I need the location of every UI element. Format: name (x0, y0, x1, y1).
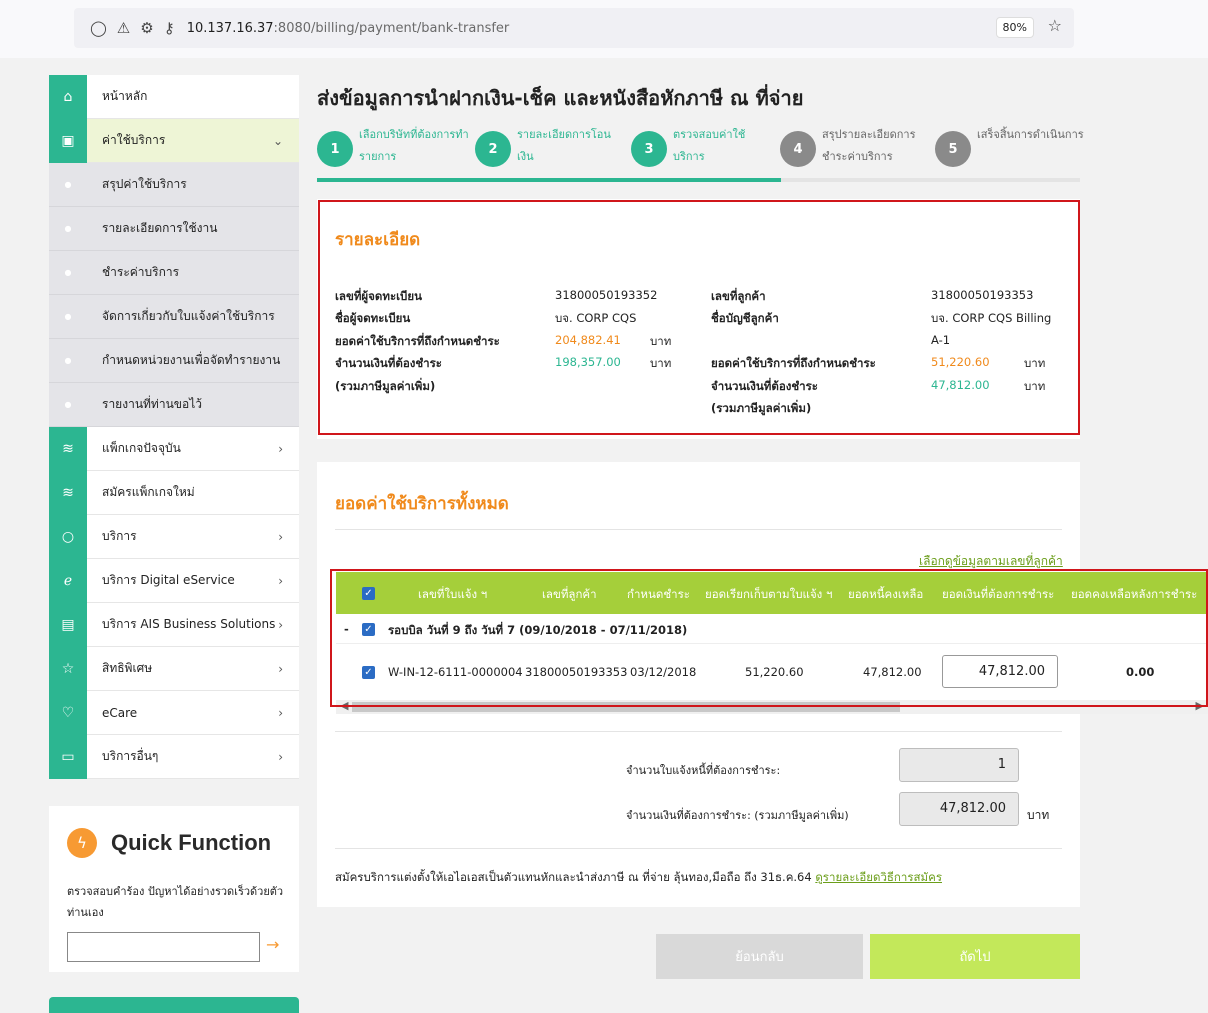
due-label: ยอดค่าใช้บริการที่ถึงกำหนดชำระ (335, 334, 500, 348)
cust-pay-unit: บาท (1024, 379, 1046, 393)
registration-details-link[interactable]: ดูรายละเอียดวิธีการสมัคร (815, 870, 942, 884)
acct-name-label: ชื่อบัญชีลูกค้า (711, 311, 779, 325)
step-5: 5 เสร็จสิ้นการดำเนินการ (935, 124, 1085, 167)
back-button[interactable]: ย้อนกลับ (656, 934, 863, 979)
quick-function-panel: ϟ Quick Function ตรวจสอบคำร้อง ปัญหาได้อ… (49, 806, 299, 972)
shield-icon: ◯ (90, 19, 107, 37)
details-title: รายละเอียด (335, 230, 421, 250)
step-4: 4 สรุปรายละเอียดการชำระค่าบริการ (780, 124, 938, 168)
pay-sub-label: (รวมภาษีมูลค่าเพิ่ม) (335, 379, 436, 393)
quick-function-title: Quick Function (111, 830, 272, 855)
divider (335, 848, 1062, 849)
reg-no-value: 31800050193352 (555, 288, 658, 302)
sidebar-item-other-services[interactable]: ▭ บริการอื่นๆ › (49, 734, 299, 779)
divider (335, 731, 1062, 732)
sidebar-item-ecare[interactable]: ♡ eCare › (49, 690, 299, 735)
reg-no-label: เลขที่ผู้จดทะเบียน (335, 289, 422, 303)
layers-icon: ≋ (49, 470, 87, 515)
home-icon: ⌂ (49, 74, 87, 119)
cust-no-value: 31800050193353 (931, 288, 1034, 302)
quick-function-description: ตรวจสอบคำร้อง ปัญหาได้อย่างรวดเร็วด้วยตั… (67, 885, 284, 919)
pay-unit: บาท (650, 356, 672, 370)
step-2: 2 รายละเอียดการโอนเงิน (475, 124, 625, 168)
chevron-right-icon: › (278, 705, 283, 720)
e-icon: ℯ (49, 558, 87, 603)
sidebar: ⌂ หน้าหลัก ▣ ค่าใช้บริการ ⌄ ● สรุปค่าใช้บ… (49, 74, 299, 779)
page-title: ส่งข้อมูลการนำฝากเงิน-เช็ค และหนังสือหัก… (317, 86, 804, 110)
sidebar-subitem[interactable]: ● สรุปค่าใช้บริการ (49, 163, 299, 207)
chevron-right-icon: › (278, 661, 283, 676)
pay-value: 198,357.00 (555, 355, 621, 369)
sidebar-item-home[interactable]: ⌂ หน้าหลัก (49, 74, 299, 119)
sidebar-item-current-package[interactable]: ≋ แพ็กเกจปัจจุบัน › (49, 426, 299, 471)
sidebar-item-privileges[interactable]: ☆ สิทธิพิเศษ › (49, 646, 299, 691)
zoom-level[interactable]: 80% (995, 17, 1034, 38)
sidebar-item-digital-eservice[interactable]: ℯ บริการ Digital eService › (49, 558, 299, 603)
url-text: 10.137.16.37:8080/billing/payment/bank-t… (186, 20, 510, 36)
browser-toolbar: ◯ ⚠ ⚙ ⚷ 10.137.16.37:8080/billing/paymen… (0, 0, 1208, 58)
key-icon: ⚷ (163, 19, 175, 37)
payment-amount-unit: บาท (1027, 808, 1050, 822)
chevron-right-icon: › (278, 529, 283, 544)
permissions-icon: ⚙ (140, 19, 154, 37)
chevron-right-icon: › (278, 441, 283, 456)
pay-label: จำนวนเงินที่ต้องชำระ (335, 356, 442, 370)
cust-due-value: 51,220.60 (931, 355, 990, 369)
cust-pay-sub-label: (รวมภาษีมูลค่าเพิ่ม) (711, 401, 812, 415)
sidebar-subitem[interactable]: ● ชำระค่าบริการ (49, 251, 299, 295)
sidebar-subitem[interactable]: ● รายงานที่ท่านขอไว้ (49, 383, 299, 427)
sidebar-subitem[interactable]: ● รายละเอียดการใช้งาน (49, 207, 299, 251)
cust-pay-value: 47,812.00 (931, 378, 990, 392)
highlight-box (330, 569, 1208, 707)
address-bar[interactable]: ◯ ⚠ ⚙ ⚷ 10.137.16.37:8080/billing/paymen… (74, 8, 1074, 48)
tracking-off-icon: ⚠ (116, 19, 131, 37)
step-1: 1 เลือกบริษัทที่ต้องการทำรายการ (317, 124, 474, 168)
sidebar-subitem[interactable]: ● กำหนดหน่วยงานเพื่อจัดทำรายงาน (49, 339, 299, 383)
cust-due-unit: บาท (1024, 356, 1046, 370)
lightning-icon: ϟ (67, 828, 97, 858)
chevron-down-icon: ⌄ (272, 133, 283, 148)
sidebar-footer-banner (49, 997, 299, 1013)
arrow-right-icon[interactable]: → (266, 935, 279, 954)
sidebar-item-services[interactable]: ○ บริการ › (49, 514, 299, 559)
quick-function-input[interactable] (67, 932, 260, 962)
acct-name-value-2: A-1 (931, 333, 951, 347)
invoice-count-label: จำนวนใบแจ้งหนี้ที่ต้องการชำระ: (626, 764, 781, 777)
acct-name-value: บจ. CORP CQS Billing (931, 311, 1052, 325)
next-button[interactable]: ถัดไป (870, 934, 1080, 979)
due-unit: บาท (650, 334, 672, 348)
cust-due-label: ยอดค่าใช้บริการที่ถึงกำหนดชำระ (711, 356, 876, 370)
chevron-right-icon: › (278, 617, 283, 632)
heart-icon: ♡ (49, 690, 87, 735)
tax-agent-note: สมัครบริการแต่งตั้งให้เอไอเอสเป็นตัวแทนห… (335, 870, 942, 884)
chevron-right-icon: › (278, 573, 283, 588)
step-3: 3 ตรวจสอบค่าใช้บริการ (631, 124, 759, 168)
payment-amount-field: 47,812.00 (899, 792, 1019, 826)
invoice-count-field: 1 (899, 748, 1019, 782)
cust-pay-label: จำนวนเงินที่ต้องชำระ (711, 379, 818, 393)
reg-name-value: บจ. CORP CQS (555, 311, 637, 325)
layers-icon: ≋ (49, 426, 87, 471)
star-icon: ☆ (49, 646, 87, 691)
total-title: ยอดค่าใช้บริการทั้งหมด (335, 494, 509, 514)
stepper-progress (317, 178, 781, 182)
divider (335, 529, 1062, 530)
briefcase-icon: ▤ (49, 602, 87, 647)
due-value: 204,882.41 (555, 333, 621, 347)
circle-icon: ○ (49, 514, 87, 559)
sidebar-item-new-package[interactable]: ≋ สมัครแพ็กเกจใหม่ (49, 470, 299, 515)
sidebar-item-billing[interactable]: ▣ ค่าใช้บริการ ⌄ (49, 118, 299, 163)
sidebar-item-business-solutions[interactable]: ▤ บริการ AIS Business Solutions › (49, 602, 299, 647)
sidebar-subitem[interactable]: ● จัดการเกี่ยวกับใบแจ้งค่าใช้บริการ (49, 295, 299, 339)
cust-no-label: เลขที่ลูกค้า (711, 289, 766, 303)
stepper: 1 เลือกบริษัทที่ต้องการทำรายการ 2 รายละเ… (317, 120, 1084, 182)
reg-name-label: ชื่อผู้จดทะเบียน (335, 311, 411, 325)
chevron-right-icon: › (278, 749, 283, 764)
monitor-icon: ▭ (49, 734, 87, 779)
payment-amount-label: จำนวนเงินที่ต้องการชำระ: (รวมภาษีมูลค่าเ… (626, 809, 849, 822)
bookmark-star-icon[interactable]: ☆ (1048, 16, 1062, 35)
bill-icon: ▣ (49, 118, 87, 163)
